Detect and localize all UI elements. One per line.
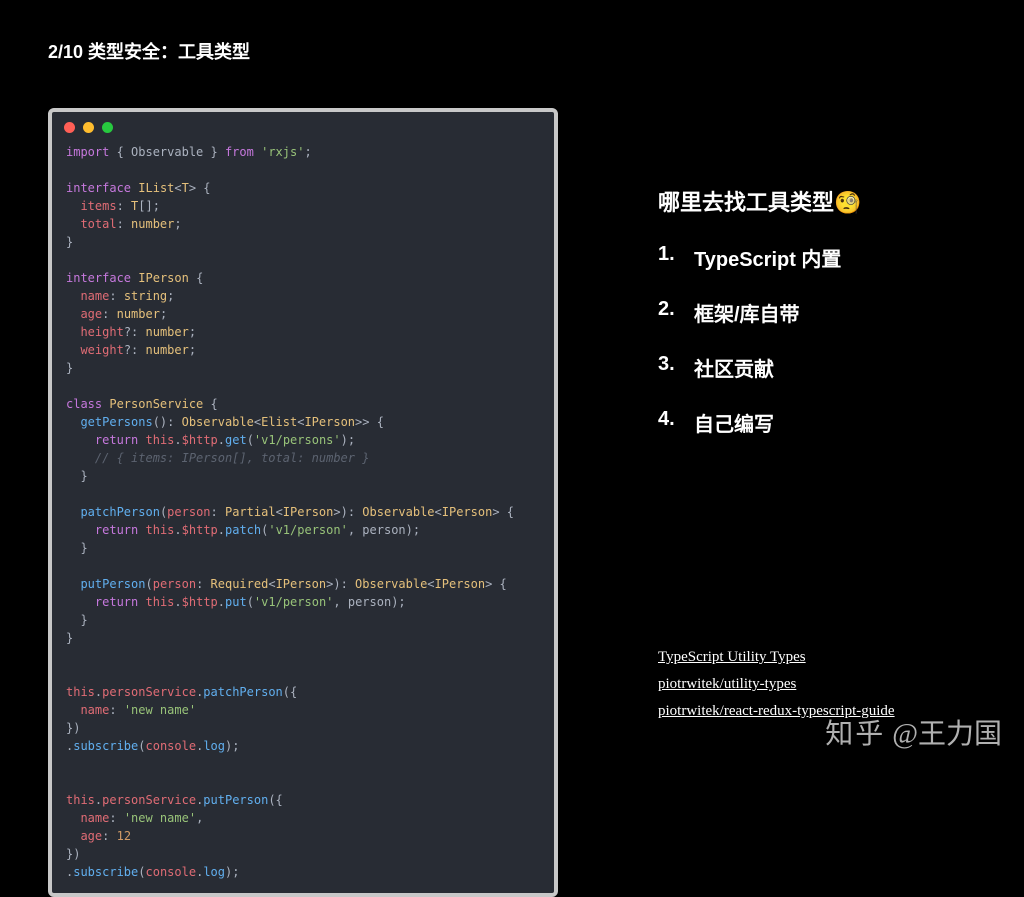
traffic-lights [52, 112, 554, 139]
watermark: 知乎 @王力国 [825, 712, 1002, 752]
source-list: 1.TypeScript 内置 2.框架/库自带 3.社区贡献 4.自己编写 [658, 243, 998, 437]
code-window: import { Observable } from 'rxjs'; inter… [48, 108, 558, 897]
code-block: import { Observable } from 'rxjs'; inter… [52, 139, 554, 881]
author-handle: @王力国 [892, 719, 1002, 750]
slide-header: 2/10 类型安全：工具类型 [48, 38, 250, 64]
reference-link[interactable]: TypeScript Utility Types [658, 649, 806, 665]
right-content: 哪里去找工具类型🧐 1.TypeScript 内置 2.框架/库自带 3.社区贡献 4… [658, 185, 998, 463]
maximize-icon [102, 122, 113, 133]
list-item: 1.TypeScript 内置 [658, 243, 998, 272]
close-icon [64, 122, 75, 133]
section-heading: 哪里去找工具类型🧐 [658, 185, 998, 217]
list-item: 3.社区贡献 [658, 353, 998, 382]
list-item: 4.自己编写 [658, 408, 998, 437]
reference-link[interactable]: piotrwitek/utility-types [658, 676, 796, 692]
list-item: 2.框架/库自带 [658, 298, 998, 327]
zhihu-logo: 知乎 [825, 719, 885, 750]
minimize-icon [83, 122, 94, 133]
